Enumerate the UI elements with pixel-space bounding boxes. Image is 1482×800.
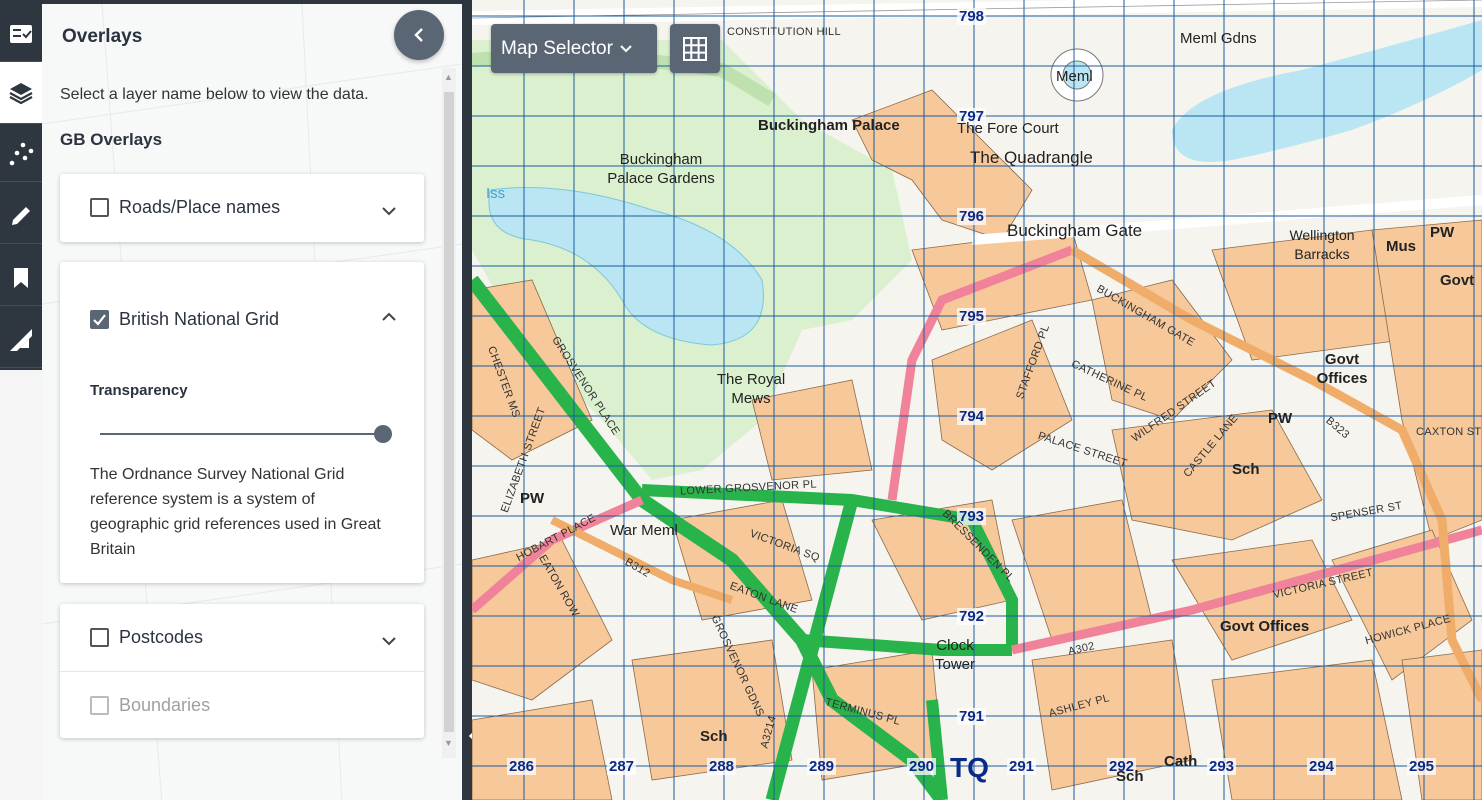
chevron-left-icon (414, 28, 423, 42)
panel-intro-text: Select a layer name below to view the da… (60, 86, 369, 103)
easting-label: 288 (707, 758, 737, 775)
easting-label: 294 (1307, 758, 1337, 775)
place-label: Govt Offices (1316, 351, 1368, 387)
checklist-icon (10, 24, 32, 43)
place-label: PW (1430, 224, 1455, 241)
place-label: Sch (700, 728, 728, 745)
scroll-up-arrow-icon[interactable]: ▲ (444, 72, 453, 82)
place-label: Buckingham Gate (1007, 221, 1143, 240)
northing-label: 791 (957, 708, 987, 725)
grid-toggle-button[interactable] (670, 24, 720, 73)
collapse-panel-button[interactable] (394, 10, 444, 60)
northing-label: 798 (957, 8, 987, 25)
chevron-up-icon[interactable] (380, 308, 398, 326)
place-label: Meml (1056, 68, 1093, 85)
points-button[interactable] (0, 126, 42, 182)
transparency-slider-track[interactable] (100, 433, 386, 435)
place-label: The Fore Court (957, 120, 1059, 137)
bookmark-button[interactable] (0, 250, 42, 306)
place-label: Iss (486, 185, 506, 202)
place-label: Buckingham Palace Gardens (607, 151, 715, 187)
easting-label: 290 (907, 758, 937, 775)
points-icon (9, 142, 34, 165)
layer-label-roads: Roads/Place names (119, 197, 281, 217)
layers-icon (9, 82, 33, 104)
easting-label: 295 (1407, 758, 1437, 775)
panel-title: Overlays (62, 26, 143, 47)
checkmark-icon (93, 314, 106, 326)
layer-header-bng[interactable]: British National Grid (60, 262, 424, 372)
place-label: Govt Offices (1220, 618, 1310, 635)
layer-checkbox-roads[interactable] (90, 198, 109, 217)
chevron-down-icon (620, 44, 632, 52)
place-label: War Meml (610, 522, 678, 539)
place-label: Wellington Barracks (1289, 227, 1355, 262)
northing-label: 794 (957, 408, 987, 425)
easting-label: 287 (607, 758, 637, 775)
chevron-down-icon[interactable] (380, 632, 398, 650)
panel-divider[interactable] (462, 0, 472, 800)
place-label: Sch (1232, 461, 1260, 478)
panel-scrollbar-thumb[interactable] (444, 92, 454, 732)
place-label: PW (1268, 410, 1293, 427)
section-title: GB Overlays (60, 130, 163, 149)
street-label: CAXTON ST (1416, 426, 1482, 438)
street-label: CONSTITUTION HILL (727, 26, 841, 38)
place-label: PW (520, 490, 545, 507)
place-label: Govt (1440, 272, 1475, 289)
map-selector-label: Map Selector (501, 37, 613, 59)
easting-label: 289 (807, 758, 837, 775)
transparency-label: Transparency (90, 382, 188, 399)
ruler-icon (10, 328, 32, 351)
layer-checkbox-bng[interactable] (90, 310, 109, 329)
place-label: Cath (1164, 753, 1198, 770)
place-label: The Quadrangle (970, 148, 1093, 167)
layer-header-postcodes[interactable]: Postcodes (60, 604, 424, 672)
checklist-button[interactable] (0, 6, 42, 62)
pencil-icon (12, 206, 30, 225)
layer-label-boundaries: Boundaries (119, 695, 211, 715)
place-label: Sch (1116, 768, 1144, 785)
easting-label: 291 (1007, 758, 1037, 775)
place-label: Buckingham Palace (758, 117, 900, 134)
layers-button[interactable] (0, 62, 42, 124)
layer-card-roads: Roads/Place names (60, 174, 424, 242)
place-label: Meml Gdns (1180, 30, 1257, 47)
bookmark-icon (14, 267, 28, 288)
map-view[interactable]: 286 287 288 289 290 291 292 293 294 295 798 797 796 7… (472, 0, 1482, 800)
layer-checkbox-postcodes[interactable] (90, 628, 109, 647)
grid-square-label: TQ (950, 752, 989, 783)
layer-card-group: Postcodes Boundaries (60, 604, 424, 738)
layer-checkbox-boundaries (90, 696, 109, 715)
app-root: Overlays Select a layer name below to vi… (0, 0, 1482, 800)
scroll-down-arrow-icon[interactable]: ▼ (444, 738, 453, 748)
northing-label: 796 (957, 208, 987, 225)
layer-description-bng: The Ordnance Survey National Grid refere… (90, 466, 381, 558)
left-toolbar (0, 0, 42, 370)
chevron-down-icon[interactable] (380, 202, 398, 220)
layer-label-bng: British National Grid (119, 309, 280, 329)
transparency-slider-thumb[interactable] (374, 425, 392, 443)
overlays-panel: Overlays Select a layer name below to vi… (42, 0, 462, 800)
northing-label: 792 (957, 608, 987, 625)
layer-label-postcodes: Postcodes (119, 627, 204, 647)
place-label: Mus (1386, 238, 1416, 255)
easting-label: 286 (507, 758, 537, 775)
place-label: Clock Tower (934, 637, 975, 673)
grid-icon (683, 36, 707, 61)
layer-card-bng: British National Grid Transparency The O… (60, 262, 424, 583)
map-selector-button[interactable]: Map Selector (491, 24, 657, 73)
draw-button[interactable] (0, 188, 42, 244)
easting-label: 293 (1207, 758, 1237, 775)
layer-header-roads[interactable]: Roads/Place names (60, 174, 424, 242)
northing-label: 795 (957, 308, 987, 325)
measure-button[interactable] (0, 312, 42, 368)
layer-header-boundaries: Boundaries (60, 672, 424, 738)
place-label: The Royal Mews (716, 371, 786, 407)
